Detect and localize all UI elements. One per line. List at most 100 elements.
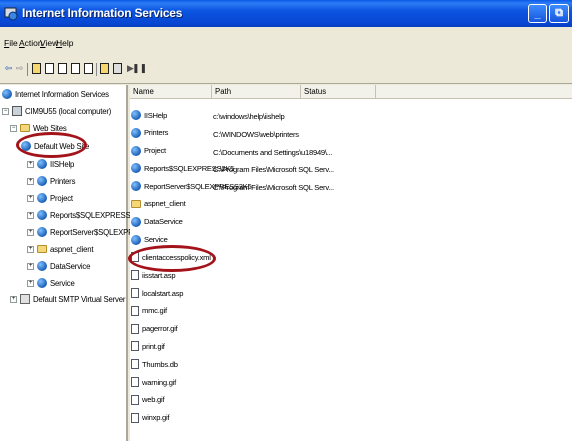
list-item[interactable]: Printers C:\WINDOWS\web\printers [130,126,572,142]
tree-smtp[interactable]: + Default SMTP Virtual Server [10,293,125,305]
item-name: DataService [144,217,183,227]
computer-icon [12,106,22,116]
list-header: Name Path Status [130,85,572,99]
item-name: aspnet_client [144,199,186,208]
tree-label: Web Sites [33,123,67,133]
tree-child-node[interactable]: + Printers [27,175,75,187]
up-folder-icon[interactable] [31,62,42,74]
help-icon[interactable] [99,62,110,74]
item-name: warning.gif [142,377,176,387]
list-item[interactable]: warning.gif [130,375,572,391]
collapse-icon[interactable]: − [2,107,9,115]
tree-root[interactable]: Internet Information Services [2,88,109,100]
collapse-icon[interactable]: − [10,124,17,132]
expand-icon[interactable]: + [27,262,34,270]
list-pane[interactable]: Name Path Status IISHelp c:\windows\help\… [128,85,572,441]
tree-child-node[interactable]: + Project [27,192,73,204]
list-item[interactable]: IISHelp c:\windows\help\iishelp [130,108,572,124]
list-item[interactable]: Project C:\Documents and Settings\u18949\… [130,144,572,160]
virtual-directory-icon [37,261,47,271]
expand-icon[interactable]: + [27,194,34,202]
virtual-directory-icon [131,234,141,245]
tree-child-node[interactable]: + Reports$SQLEXPRESS2K5 [27,209,144,221]
file-icon [131,377,139,387]
list-item[interactable]: winxp.gif [130,411,572,427]
menu-file[interactable]: File [4,38,18,48]
list-item[interactable]: mmc.gif [130,304,572,320]
virtual-directory-icon [37,193,47,203]
list-item[interactable]: localstart.asp [130,286,572,302]
file-icon [131,323,139,334]
folder-icon [20,124,30,132]
virtual-directory-icon [131,216,141,227]
list-item[interactable]: DataService [130,215,572,231]
item-name: Printers [144,128,169,138]
item-name: winxp.gif [142,413,170,423]
list-item[interactable]: iisstart.asp [130,268,572,284]
item-name: localstart.asp [142,288,184,298]
expand-icon[interactable]: + [27,160,34,168]
list-item[interactable]: clientaccesspolicy.xml [130,250,572,266]
tree-default-web-site[interactable]: Default Web Site [21,140,89,152]
virtual-directory-icon [131,110,141,120]
export-list-icon[interactable] [83,62,94,74]
restore-button[interactable]: ⧉ [549,4,569,23]
item-path: c:\windows\help\iishelp [213,112,285,121]
menu-bar: File Action View Help [0,27,572,54]
item-name: Project [144,146,166,156]
list-item[interactable]: print.gif [130,339,572,355]
show-hide-tree-icon[interactable] [44,62,55,74]
tree-label: Default SMTP Virtual Server [33,294,126,304]
minimize-button[interactable]: _ [528,4,547,23]
list-item[interactable]: ReportServer$SQLEXPRESS2K5 C:\Program Fil… [130,179,572,195]
tree-pane[interactable]: Internet Information Services − CIM9U55 … [0,85,162,441]
title-bar: Internet Information Services _ ⧉ [0,0,572,27]
list-item[interactable]: Service [130,233,572,249]
file-icon [131,341,139,352]
virtual-directory-icon [131,181,141,192]
pause-icon[interactable]: ❚❚ [132,62,147,74]
expand-icon[interactable]: + [27,228,34,236]
tree-label: DataService [50,261,91,271]
file-icon [131,412,139,423]
tree-child-node[interactable]: + Service [27,277,75,289]
back-icon[interactable]: ⇦ [3,62,14,74]
computer-icon[interactable] [112,62,123,74]
virtual-directory-icon [131,163,141,174]
tree-child-node[interactable]: + aspnet_client [27,243,94,255]
tree-label: IISHelp [50,159,75,169]
properties-icon[interactable] [57,62,68,74]
menu-help[interactable]: Help [56,38,73,48]
item-path: C:\Program Files\Microsoft SQL Serv... [213,183,334,193]
forward-icon[interactable]: ⇨ [14,62,25,74]
expand-icon[interactable]: + [27,177,34,185]
restore-icon: ⧉ [555,7,563,19]
expand-icon[interactable]: + [27,279,34,287]
tree-child-node[interactable]: + DataService [27,260,90,272]
column-status[interactable]: Status [301,85,376,99]
item-path: C:\Program Files\Microsoft SQL Serv... [213,165,334,175]
file-icon [131,270,139,281]
expand-icon[interactable]: + [27,211,34,219]
list-item[interactable]: aspnet_client [130,197,572,213]
list-item[interactable]: pagerror.gif [130,322,572,338]
column-name[interactable]: Name [130,85,212,99]
list-item[interactable]: Thumbs.db [130,357,572,373]
tree-label: Project [50,193,73,203]
list-item[interactable]: Reports$SQLEXPRESS2K5 C:\Program Files\Mi… [130,161,572,177]
column-path[interactable]: Path [212,85,301,99]
item-name: Service [144,235,168,245]
tree-computer[interactable]: − CIM9U55 (local computer) [2,105,111,117]
toolbar-separator [96,63,97,76]
tree-web-sites[interactable]: − Web Sites [10,122,67,134]
window-title: Internet Information Services [22,6,183,20]
refresh-icon[interactable] [70,62,81,74]
item-name: iisstart.asp [142,270,176,280]
website-icon [21,141,31,151]
tree-label: aspnet_client [50,244,94,254]
list-item[interactable]: web.gif [130,393,572,409]
tree-child-node[interactable]: + IISHelp [27,158,74,170]
tree-label: Service [50,278,75,288]
expand-icon[interactable]: + [10,295,17,303]
expand-icon[interactable]: + [27,245,34,253]
